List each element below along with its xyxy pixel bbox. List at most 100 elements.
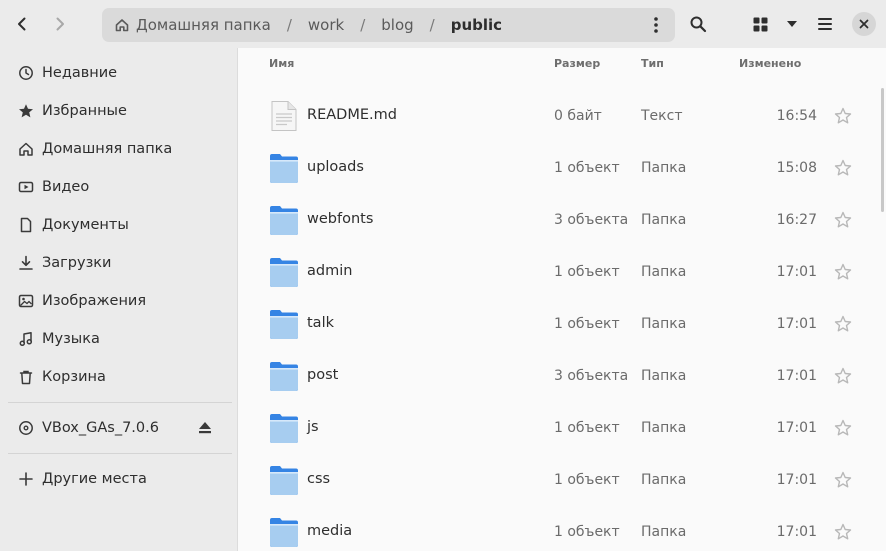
music-icon (18, 331, 34, 347)
sidebar-item-label: Музыка (42, 331, 100, 347)
sidebar-item-label: Недавние (42, 65, 118, 81)
file-row[interactable]: post 3 объекта Папка 17:01 (239, 350, 879, 402)
hamburger-icon (818, 18, 832, 30)
close-icon (859, 19, 869, 29)
chevron-right-icon (56, 17, 64, 31)
sidebar-item-documents[interactable]: Документы (0, 206, 238, 244)
star-icon[interactable] (834, 367, 852, 385)
sidebar-item-starred[interactable]: Избранные (0, 92, 238, 130)
path-segment-current[interactable]: public (451, 16, 502, 34)
file-type: Папка (641, 368, 687, 384)
file-name: admin (307, 263, 353, 279)
path-bar: Домашняя папка / work / blog / public (102, 8, 675, 42)
disc-icon (18, 420, 34, 436)
path-menu-button[interactable] (647, 16, 665, 34)
column-header-type[interactable]: Тип (641, 57, 664, 70)
sidebar-item-videos[interactable]: Видео (0, 168, 238, 206)
folder-icon (269, 204, 299, 236)
column-header-size[interactable]: Размер (554, 57, 600, 70)
file-row[interactable]: css 1 объект Папка 17:01 (239, 454, 879, 506)
file-type: Папка (641, 524, 687, 540)
star-icon[interactable] (834, 159, 852, 177)
star-icon[interactable] (834, 315, 852, 333)
view-mode-button[interactable] (745, 9, 776, 39)
file-size: 1 объект (554, 316, 620, 332)
file-modified: 17:01 (776, 316, 817, 332)
sidebar-item-other-locations[interactable]: Другие места (0, 460, 238, 498)
sidebar-item-music[interactable]: Музыка (0, 320, 238, 358)
image-icon (18, 293, 34, 309)
file-modified: 17:01 (776, 420, 817, 436)
path-segment-home[interactable]: Домашняя папка (114, 16, 271, 34)
file-row[interactable]: README.md 0 байт Текст 16:54 (239, 90, 879, 142)
path-separator: / (360, 16, 366, 34)
file-modified: 17:01 (776, 264, 817, 280)
sidebar-item-label: Домашняя папка (42, 141, 173, 157)
star-icon[interactable] (834, 263, 852, 281)
home-icon (115, 19, 129, 32)
star-icon[interactable] (834, 211, 852, 229)
sidebar-item-downloads[interactable]: Загрузки (0, 244, 238, 282)
file-modified: 15:08 (776, 160, 817, 176)
file-name: talk (307, 315, 334, 331)
file-size: 1 объект (554, 524, 620, 540)
path-segment-blog[interactable]: blog (381, 16, 413, 34)
file-name: README.md (307, 107, 397, 123)
main-menu-button[interactable] (809, 9, 841, 39)
kebab-menu-icon (654, 17, 658, 33)
star-icon[interactable] (834, 471, 852, 489)
column-header-name[interactable]: Имя (269, 57, 294, 70)
file-size: 3 объекта (554, 212, 629, 228)
video-icon (18, 179, 34, 195)
search-button[interactable] (682, 9, 714, 39)
sidebar-item-home[interactable]: Домашняя папка (0, 130, 238, 168)
file-name: media (307, 523, 353, 539)
file-modified: 17:01 (776, 524, 817, 540)
path-separator: / (286, 16, 292, 34)
star-icon (18, 103, 34, 119)
file-size: 1 объект (554, 420, 620, 436)
close-button[interactable] (852, 12, 876, 36)
file-name: uploads (307, 159, 364, 175)
star-icon[interactable] (834, 523, 852, 541)
trash-icon (18, 369, 34, 385)
file-type: Папка (641, 316, 687, 332)
sidebar-item-label: Изображения (42, 293, 147, 309)
sidebar-item-label: Видео (42, 179, 90, 195)
folder-icon (269, 464, 299, 496)
file-type: Папка (641, 160, 687, 176)
star-icon[interactable] (834, 107, 852, 125)
file-row[interactable]: media 1 объект Папка 17:01 (239, 506, 879, 551)
eject-icon[interactable] (198, 421, 212, 438)
path-segment-work[interactable]: work (308, 16, 344, 34)
sidebar-item-label: Другие места (42, 471, 147, 487)
file-modified: 17:01 (776, 368, 817, 384)
star-icon[interactable] (834, 419, 852, 437)
sidebar-item-recent[interactable]: Недавние (0, 54, 238, 92)
document-icon (18, 217, 34, 233)
folder-icon (269, 256, 299, 288)
file-row[interactable]: webfonts 3 объекта Папка 16:27 (239, 194, 879, 246)
file-type: Папка (641, 264, 687, 280)
file-row[interactable]: admin 1 объект Папка 17:01 (239, 246, 879, 298)
file-size: 1 объект (554, 264, 620, 280)
file-modified: 16:27 (776, 212, 817, 228)
file-size: 1 объект (554, 472, 620, 488)
sidebar-item-device[interactable]: VBox_GAs_7.0.6 (0, 409, 238, 447)
file-row[interactable]: js 1 объект Папка 17:01 (239, 402, 879, 454)
sidebar-divider (8, 402, 232, 403)
file-row[interactable]: talk 1 объект Папка 17:01 (239, 298, 879, 350)
sidebar-item-pictures[interactable]: Изображения (0, 282, 238, 320)
column-header-modified[interactable]: Изменено (739, 57, 801, 70)
forward-button[interactable] (44, 9, 76, 39)
file-type: Папка (641, 472, 687, 488)
file-modified: 17:01 (776, 472, 817, 488)
view-options-button[interactable] (776, 9, 807, 39)
folder-icon (269, 360, 299, 392)
back-button[interactable] (6, 9, 38, 39)
sidebar-item-trash[interactable]: Корзина (0, 358, 238, 396)
file-row[interactable]: uploads 1 объект Папка 15:08 (239, 142, 879, 194)
text-file-icon (269, 100, 299, 132)
scrollbar[interactable] (881, 88, 884, 212)
file-size: 0 байт (554, 108, 602, 124)
